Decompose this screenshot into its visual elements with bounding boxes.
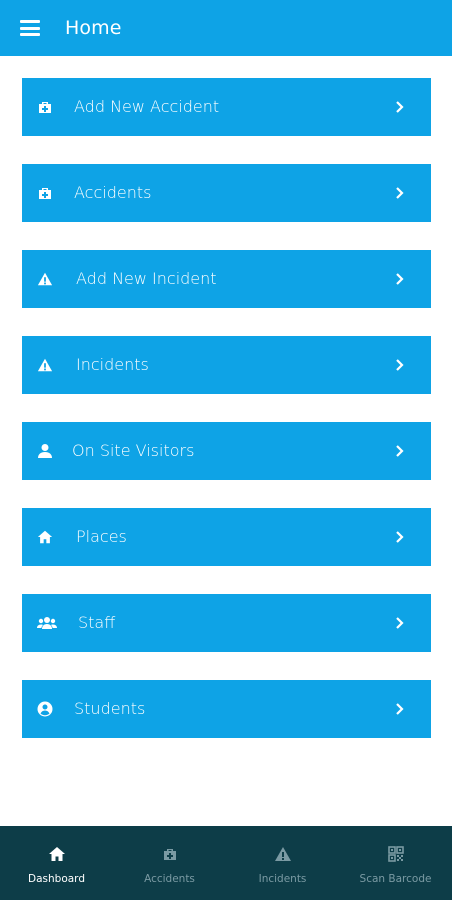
menu-item-add-new-incident[interactable]: Add New Incident bbox=[22, 250, 431, 308]
warning-icon bbox=[37, 271, 53, 287]
chevron-right-icon bbox=[396, 101, 404, 113]
nav-tab-incidents[interactable]: Incidents bbox=[226, 826, 339, 900]
chevron-right-icon bbox=[396, 445, 404, 457]
qr-code-icon bbox=[386, 844, 406, 864]
nav-tab-label: Incidents bbox=[258, 873, 307, 885]
chevron-right-icon bbox=[396, 703, 404, 715]
menu-item-label: Accidents bbox=[74, 183, 152, 202]
warning-icon bbox=[37, 357, 53, 373]
chevron-right-icon bbox=[396, 187, 404, 199]
menu-item-label: Staff bbox=[78, 613, 116, 632]
chevron-right-icon bbox=[396, 617, 404, 629]
menu-item-label: On Site Visitors bbox=[72, 441, 195, 460]
medkit-icon bbox=[37, 185, 53, 201]
menu-list: Add New Accident Accidents Add New Incid… bbox=[22, 78, 431, 766]
menu-item-places[interactable]: Places bbox=[22, 508, 431, 566]
menu-item-accidents[interactable]: Accidents bbox=[22, 164, 431, 222]
chevron-right-icon bbox=[396, 273, 404, 285]
person-icon bbox=[37, 443, 53, 459]
menu-item-add-new-accident[interactable]: Add New Accident bbox=[22, 78, 431, 136]
home-icon bbox=[47, 844, 67, 864]
medkit-icon bbox=[37, 99, 53, 115]
menu-item-on-site-visitors[interactable]: On Site Visitors bbox=[22, 422, 431, 480]
page-title: Home bbox=[65, 17, 122, 39]
menu-item-students[interactable]: Students bbox=[22, 680, 431, 738]
menu-item-incidents[interactable]: Incidents bbox=[22, 336, 431, 394]
menu-icon[interactable] bbox=[20, 20, 40, 36]
home-icon bbox=[37, 529, 53, 545]
bottom-navigation: Dashboard Accidents Incidents Scan Barco… bbox=[0, 826, 452, 900]
app-bar: Home bbox=[0, 0, 452, 56]
menu-item-staff[interactable]: Staff bbox=[22, 594, 431, 652]
menu-item-label: Students bbox=[74, 699, 146, 718]
menu-item-label: Add New Accident bbox=[74, 97, 220, 116]
nav-tab-label: Scan Barcode bbox=[359, 873, 432, 885]
nav-tab-accidents[interactable]: Accidents bbox=[113, 826, 226, 900]
menu-item-label: Add New Incident bbox=[76, 269, 217, 288]
menu-item-label: Places bbox=[76, 527, 127, 546]
chevron-right-icon bbox=[396, 359, 404, 371]
people-icon bbox=[37, 615, 57, 631]
medkit-icon bbox=[160, 844, 180, 864]
warning-icon bbox=[273, 844, 293, 864]
chevron-right-icon bbox=[396, 531, 404, 543]
nav-tab-scan-barcode[interactable]: Scan Barcode bbox=[339, 826, 452, 900]
nav-tab-dashboard[interactable]: Dashboard bbox=[0, 826, 113, 900]
user-circle-icon bbox=[37, 701, 53, 717]
menu-item-label: Incidents bbox=[76, 355, 149, 374]
nav-tab-label: Dashboard bbox=[28, 873, 85, 885]
nav-tab-label: Accidents bbox=[144, 873, 195, 885]
